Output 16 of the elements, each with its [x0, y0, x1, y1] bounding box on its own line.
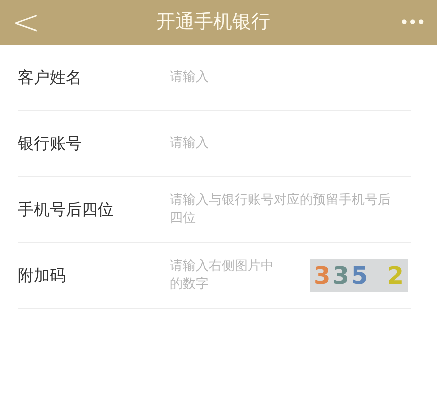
back-button[interactable]: < — [12, 6, 42, 40]
input-field[interactable]: 请输入 — [170, 68, 411, 86]
captcha-digit: 3 — [332, 264, 350, 288]
field-label: 银行账号 — [18, 132, 83, 154]
captcha-image[interactable]: 3 3 5 2 — [310, 259, 408, 292]
captcha-digit: 5 — [351, 264, 368, 288]
field-label: 客户姓名 — [18, 66, 83, 88]
input-field[interactable]: 请输入右侧图片中的数字 — [170, 258, 278, 294]
field-label: 附加码 — [18, 264, 67, 286]
captcha-digit: 2 — [387, 264, 404, 288]
field-label: 手机号后四位 — [18, 198, 115, 220]
more-button[interactable]: ••• — [385, 10, 425, 34]
page-title: 开通手机银行 — [156, 10, 270, 36]
input-field[interactable]: 请输入与银行账号对应的预留手机号后四位 — [170, 192, 411, 228]
input-field[interactable]: 请输入 — [170, 134, 411, 152]
captcha-digit: 3 — [314, 264, 331, 288]
